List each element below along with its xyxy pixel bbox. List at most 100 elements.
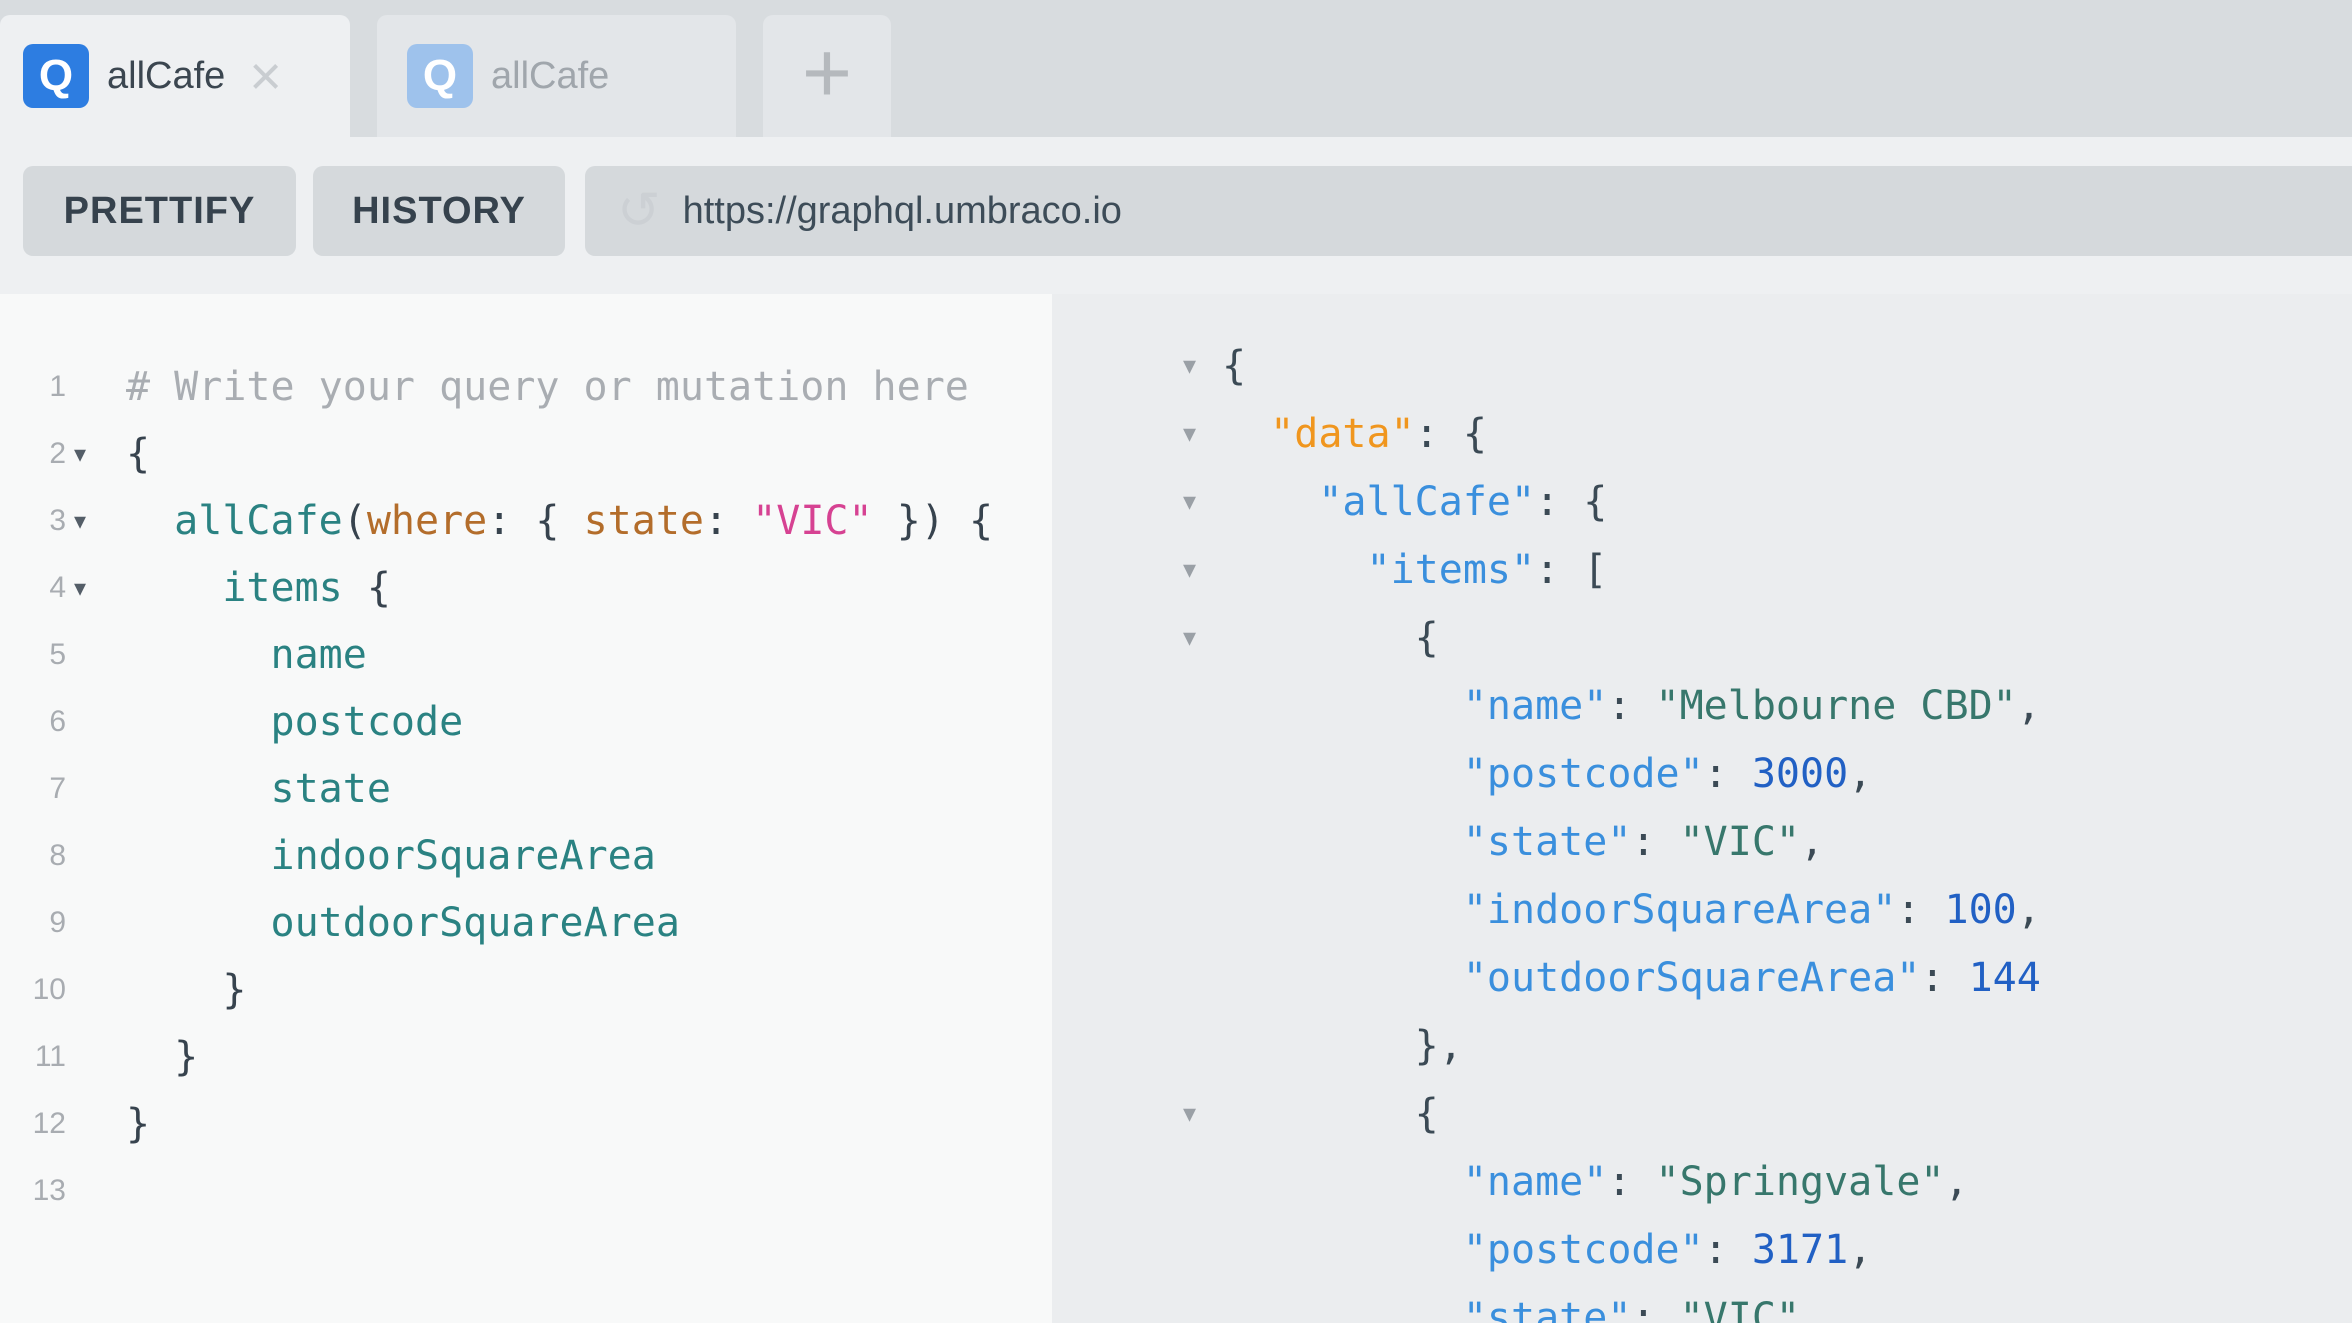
response-token [1222,683,1463,729]
code-token: } [126,967,246,1013]
tab-label: allCafe [107,55,225,98]
response-text: "data": { [1222,411,1487,457]
code-line[interactable]: 2▾{ [0,420,1052,487]
response-row: ▾ "data": { [1052,400,2352,468]
collapse-down-icon[interactable]: ▾ [1183,1099,1222,1129]
response-token: , [1944,1159,1968,1205]
code-token: { [126,431,150,477]
code-token: } [126,1034,198,1080]
code-line[interactable]: 1# Write your query or mutation here [0,353,1052,420]
line-number: 7 [0,772,66,806]
response-token: { [1222,1091,1439,1137]
line-number: 11 [0,1040,66,1074]
query-editor[interactable]: 1# Write your query or mutation here2▾{3… [0,294,1052,1323]
code-token: state [584,498,704,544]
code-token: : { [487,498,583,544]
response-token: , [1800,819,1824,865]
code-text[interactable]: } [126,1034,198,1080]
response-token [1222,1295,1463,1323]
code-text[interactable]: allCafe(where: { state: "VIC" }) { [126,498,993,544]
code-text[interactable]: items { [126,565,391,611]
code-token: ( [343,498,367,544]
prettify-button[interactable]: PRETTIFY [23,166,296,256]
response-token: "state" [1463,819,1632,865]
response-text: "allCafe": { [1222,479,1607,525]
code-text[interactable]: state [126,766,391,812]
code-token: } [126,1101,150,1147]
response-token: "postcode" [1463,1227,1704,1273]
response-token: "VIC" [1680,819,1800,865]
code-line[interactable]: 13 [0,1157,1052,1224]
collapse-down-icon[interactable]: ▾ [1183,623,1222,653]
new-tab-button[interactable]: + [763,15,891,137]
response-text: "postcode": 3000, [1222,751,1872,797]
code-text[interactable]: outdoorSquareArea [126,900,680,946]
collapse-down-icon[interactable]: ▾ [1183,487,1222,517]
tab-allcafe-active[interactable]: Q allCafe × [0,15,350,137]
collapse-down-icon[interactable]: ▾ [1183,419,1222,449]
fold-down-icon[interactable]: ▾ [66,440,126,468]
code-line[interactable]: 12} [0,1090,1052,1157]
line-number: 8 [0,839,66,873]
code-line[interactable]: 7 state [0,755,1052,822]
fold-down-icon[interactable]: ▾ [66,507,126,535]
code-token: where [367,498,487,544]
response-token [1222,1227,1463,1273]
response-row: "outdoorSquareArea": 144 [1052,944,2352,1012]
endpoint-url[interactable]: https://graphql.umbraco.io [683,190,1122,233]
code-line[interactable]: 3▾ allCafe(where: { state: "VIC" }) { [0,487,1052,554]
code-line[interactable]: 8 indoorSquareArea [0,822,1052,889]
response-token: : [1896,887,1944,933]
code-text[interactable]: { [126,431,150,477]
response-text: "name": "Springvale", [1222,1159,1969,1205]
code-line[interactable]: 5 name [0,621,1052,688]
query-type-badge: Q [407,44,473,108]
code-line[interactable]: 11 } [0,1023,1052,1090]
query-editor-lines: 1# Write your query or mutation here2▾{3… [0,353,1052,1224]
code-line[interactable]: 6 postcode [0,688,1052,755]
endpoint-url-bar[interactable]: ↺ https://graphql.umbraco.io [585,166,2352,256]
response-text: "state": "VIC", [1222,819,1824,865]
close-icon[interactable]: × [249,48,282,104]
code-text[interactable]: indoorSquareArea [126,833,656,879]
code-token [126,498,174,544]
code-text[interactable]: } [126,1101,150,1147]
code-token [126,632,271,678]
response-text: { [1222,343,1246,389]
response-token: : [ [1535,547,1607,593]
code-token: { [343,565,391,611]
response-row: ▾ "allCafe": { [1052,468,2352,536]
response-token: "VIC" [1680,1295,1800,1323]
response-token [1222,887,1463,933]
response-token: 100 [1944,887,2016,933]
code-text[interactable]: # Write your query or mutation here [126,364,969,410]
response-token: , [1800,1295,1824,1323]
response-row: "postcode": 3171, [1052,1216,2352,1284]
main-split: 1# Write your query or mutation here2▾{3… [0,294,2352,1323]
code-line[interactable]: 9 outdoorSquareArea [0,889,1052,956]
toolbar: PRETTIFY HISTORY ↺ https://graphql.umbra… [0,137,2352,294]
history-button[interactable]: HISTORY [313,166,565,256]
line-number: 12 [0,1107,66,1141]
fold-down-icon[interactable]: ▾ [66,574,126,602]
code-token [126,565,222,611]
code-text[interactable]: postcode [126,699,463,745]
collapse-down-icon[interactable]: ▾ [1183,555,1222,585]
collapse-down-icon[interactable]: ▾ [1183,351,1222,381]
code-line[interactable]: 4▾ items { [0,554,1052,621]
response-row: "state": "VIC", [1052,808,2352,876]
response-rows: ▾{▾ "data": {▾ "allCafe": {▾ "items": [▾… [1052,332,2352,1323]
code-token: "VIC" [752,498,872,544]
code-line[interactable]: 10 } [0,956,1052,1023]
response-row: ▾{ [1052,332,2352,400]
replay-icon[interactable]: ↺ [617,185,661,237]
code-token [126,833,271,879]
response-token: : [1920,955,1968,1001]
response-text: "name": "Melbourne CBD", [1222,683,2041,729]
response-token: , [1848,751,1872,797]
code-text[interactable]: name [126,632,367,678]
tab-allcafe-inactive[interactable]: Q allCafe [377,15,736,137]
response-text: "indoorSquareArea": 100, [1222,887,2041,933]
code-token: name [271,632,367,678]
code-text[interactable]: } [126,967,246,1013]
